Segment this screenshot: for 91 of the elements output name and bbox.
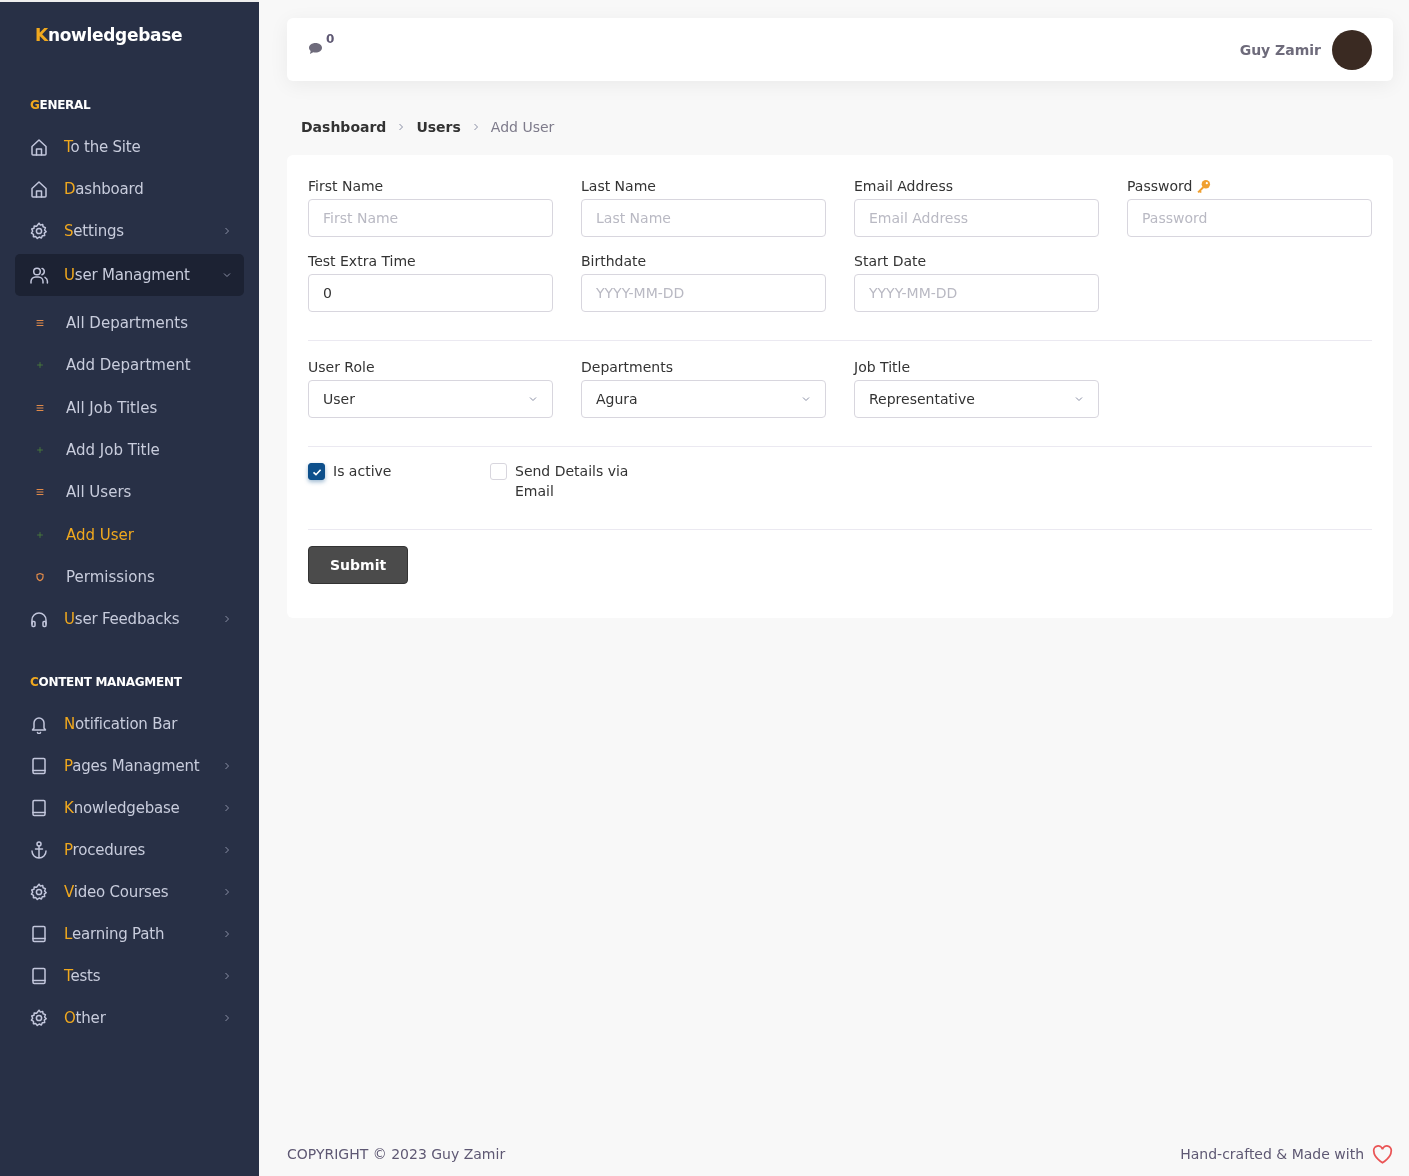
copyright-text: COPYRIGHT © 2023 Guy Zamir bbox=[287, 1146, 506, 1162]
nav-item[interactable]: Knowledgebase bbox=[15, 787, 244, 830]
user-name[interactable]: Guy Zamir bbox=[1239, 41, 1321, 58]
input-field[interactable]: 0 bbox=[308, 274, 553, 312]
input-field[interactable]: Email Address bbox=[854, 199, 1099, 237]
nav-item[interactable]: Other bbox=[15, 997, 244, 1040]
nav-item[interactable]: Learning Path bbox=[15, 913, 244, 956]
settings-icon bbox=[29, 882, 49, 903]
field-label: Password bbox=[1127, 178, 1193, 194]
book-icon bbox=[29, 798, 49, 819]
list-icon bbox=[35, 402, 45, 413]
plus-icon bbox=[35, 445, 45, 456]
bell-icon bbox=[29, 714, 49, 735]
field-label: Last Name bbox=[581, 178, 656, 194]
settings-icon bbox=[29, 1008, 49, 1029]
key-icon bbox=[1196, 178, 1212, 194]
chevron-right-icon bbox=[222, 1013, 232, 1024]
field-label: Birthdate bbox=[581, 253, 647, 269]
book-icon bbox=[29, 924, 49, 945]
chevron-right-icon bbox=[222, 929, 232, 940]
chevron-right-icon bbox=[222, 614, 232, 625]
nav-item[interactable]: Settings bbox=[15, 210, 244, 252]
chevron-down-icon bbox=[1074, 394, 1084, 404]
breadcrumb-link[interactable]: Users bbox=[416, 119, 461, 135]
submenu-item[interactable]: Add Department bbox=[15, 344, 244, 387]
headphones-icon bbox=[29, 609, 49, 630]
input-field[interactable]: Password bbox=[1127, 199, 1372, 237]
select-field[interactable]: User bbox=[308, 380, 553, 418]
nav-item[interactable]: Video Courses bbox=[15, 871, 244, 914]
field-label: Start Date bbox=[854, 253, 927, 269]
plus-icon bbox=[35, 360, 45, 371]
checkbox[interactable] bbox=[308, 463, 325, 480]
list-icon bbox=[35, 487, 45, 498]
plus-icon bbox=[35, 529, 45, 540]
chat-bubble-icon[interactable] bbox=[308, 42, 323, 55]
settings-icon bbox=[29, 221, 49, 241]
chevron-right-icon bbox=[222, 887, 232, 898]
input-field[interactable]: First Name bbox=[308, 199, 553, 237]
section-heading: CONTENT MANAGMENT bbox=[29, 674, 182, 692]
nav-item[interactable]: Dashboard bbox=[15, 168, 244, 210]
chevron-right-icon bbox=[222, 803, 232, 814]
submenu-item[interactable]: All Users bbox=[15, 471, 244, 514]
field-label: Job Title bbox=[854, 359, 911, 375]
breadcrumb-link[interactable]: Add User bbox=[490, 119, 555, 135]
shield-icon bbox=[35, 571, 45, 582]
submenu-item[interactable]: All Job Titles bbox=[15, 386, 244, 429]
nav-item[interactable]: Procedures bbox=[15, 829, 244, 872]
brand-logo[interactable]: Knowledgebase bbox=[15, 2, 244, 74]
chevron-right-icon bbox=[222, 226, 232, 236]
submenu-item[interactable]: Permissions bbox=[15, 555, 244, 599]
credit-text: Hand-crafted & Made with bbox=[1180, 1146, 1364, 1162]
submenu-item[interactable]: Add User bbox=[15, 513, 244, 556]
book-icon bbox=[29, 756, 49, 777]
nav-item[interactable]: To the Site bbox=[15, 126, 244, 168]
home-icon bbox=[29, 179, 49, 199]
avatar[interactable] bbox=[1332, 29, 1372, 70]
users-icon bbox=[29, 265, 49, 285]
input-field[interactable]: Last Name bbox=[581, 199, 826, 237]
chevron-down-icon bbox=[222, 270, 232, 280]
anchor-icon bbox=[29, 840, 49, 861]
chevron-right-icon bbox=[222, 845, 232, 856]
select-field[interactable]: Representative bbox=[854, 380, 1099, 418]
message-count: 0 bbox=[326, 32, 335, 46]
select-field[interactable]: Agura bbox=[581, 380, 826, 418]
nav-item[interactable]: User Managment bbox=[15, 254, 244, 296]
chevron-down-icon bbox=[528, 394, 538, 404]
chevron-right-icon bbox=[222, 761, 232, 772]
input-field[interactable]: YYYY-MM-DD bbox=[581, 274, 826, 312]
submit-button[interactable]: Submit bbox=[308, 546, 409, 584]
nav-item[interactable]: User Feedbacks bbox=[15, 598, 244, 641]
nav-item[interactable]: Pages Managment bbox=[15, 745, 244, 788]
input-field[interactable]: YYYY-MM-DD bbox=[854, 274, 1099, 312]
field-label: User Role bbox=[308, 359, 375, 375]
checkbox-label: Is active bbox=[333, 462, 393, 481]
chevron-down-icon bbox=[801, 394, 811, 404]
section-heading: GENERAL bbox=[29, 97, 91, 114]
field-label: First Name bbox=[308, 178, 384, 194]
submenu-item[interactable]: Add Job Title bbox=[15, 428, 244, 472]
heart-icon bbox=[1372, 1144, 1393, 1164]
field-label: Departments bbox=[581, 359, 673, 375]
breadcrumb-link[interactable]: Dashboard bbox=[301, 119, 387, 135]
home-icon bbox=[29, 137, 49, 157]
submenu-item[interactable]: All Departments bbox=[15, 302, 244, 345]
chevron-right-icon bbox=[222, 971, 232, 982]
checkbox-label: Send Details via Email bbox=[515, 462, 630, 501]
book-icon bbox=[29, 966, 49, 987]
nav-item[interactable]: Notification Bar bbox=[15, 703, 244, 746]
list-icon bbox=[35, 318, 45, 329]
field-label: Test Extra Time bbox=[308, 253, 416, 269]
nav-item[interactable]: Tests bbox=[15, 955, 244, 998]
field-label: Email Address bbox=[854, 178, 954, 194]
